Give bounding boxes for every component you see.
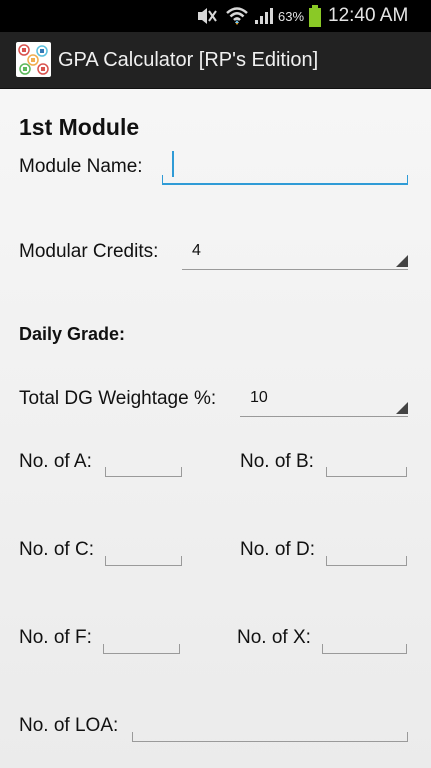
module-form: 1st Module Module Name: Modular Credits:…	[0, 89, 431, 768]
battery-percent: 63%	[278, 8, 305, 24]
clock: 12:40 AM	[328, 5, 409, 26]
signal-icon	[254, 0, 276, 32]
grade-a-input[interactable]	[105, 467, 182, 477]
modular-credits-value: 4	[192, 242, 201, 259]
modular-credits-spinner[interactable]: 4	[182, 240, 408, 270]
daily-grade-heading: Daily Grade:	[19, 324, 126, 344]
grade-x-label: No. of X:	[237, 627, 311, 648]
grade-loa-input[interactable]	[132, 732, 408, 742]
dg-weightage-value: 10	[250, 389, 268, 406]
text-cursor	[172, 151, 174, 177]
modular-credits-label: Modular Credits:	[19, 241, 159, 262]
grade-loa-label: No. of LOA:	[19, 715, 119, 736]
mute-icon	[196, 0, 218, 32]
grade-d-label: No. of D:	[240, 539, 315, 560]
dropdown-arrow-icon	[396, 402, 408, 414]
status-bar: 63% 12:40 AM	[0, 0, 431, 32]
battery-icon	[308, 0, 322, 32]
grade-a-label: No. of A:	[19, 451, 92, 472]
grade-b-label: No. of B:	[240, 451, 314, 472]
wifi-icon	[226, 0, 248, 32]
module-name-label: Module Name:	[19, 156, 143, 177]
module-name-input[interactable]	[162, 175, 408, 185]
grade-c-input[interactable]	[105, 556, 182, 566]
app-title: GPA Calculator [RP's Edition]	[58, 49, 319, 71]
grade-c-label: No. of C:	[19, 539, 94, 560]
grade-d-input[interactable]	[326, 556, 407, 566]
module-heading: 1st Module	[19, 114, 140, 140]
dg-weightage-label: Total DG Weightage %:	[19, 388, 217, 409]
dg-weightage-spinner[interactable]: 10	[240, 387, 408, 417]
grade-x-input[interactable]	[322, 644, 407, 654]
grade-f-input[interactable]	[103, 644, 180, 654]
app-logo-icon[interactable]	[16, 42, 51, 77]
grade-b-input[interactable]	[326, 467, 407, 477]
grade-f-label: No. of F:	[19, 627, 92, 648]
dropdown-arrow-icon	[396, 255, 408, 267]
action-bar: GPA Calculator [RP's Edition]	[0, 32, 431, 89]
